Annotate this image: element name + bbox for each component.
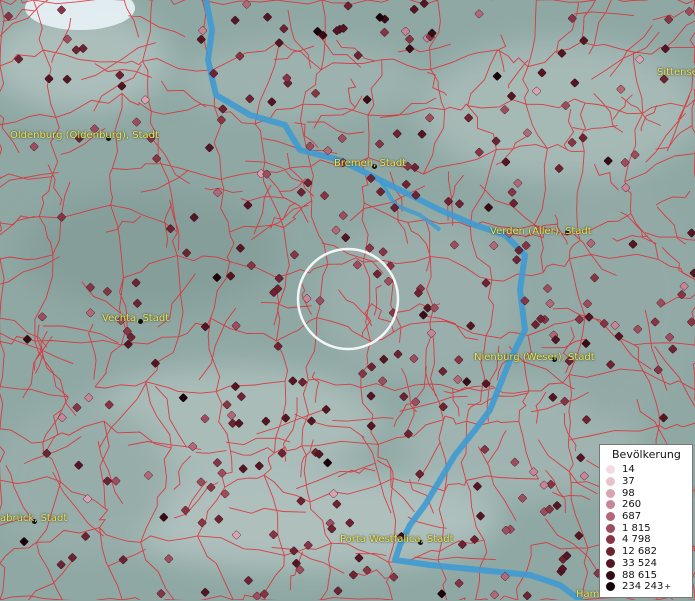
legend-item-label: 98: [622, 487, 635, 499]
legend-item-label: 37: [622, 476, 635, 488]
legend-item-label: 4 798: [622, 534, 651, 546]
legend-swatch-icon: [606, 488, 615, 498]
city-label-verden[interactable]: Verden (Aller), Stadt: [490, 226, 592, 238]
legend-swatch-icon: [606, 547, 615, 557]
legend-title: Bevölkerung: [612, 448, 681, 461]
city-label-hamburg-edge[interactable]: Ham: [576, 589, 599, 601]
legend-item-label: 88 615: [622, 569, 657, 581]
legend-item-label: 14: [622, 464, 635, 476]
legend-swatch-icon: [606, 512, 615, 522]
legend-item: 88 615: [606, 569, 688, 581]
legend-item: 33 524: [606, 558, 688, 570]
legend-item: 4 798: [606, 534, 688, 546]
legend-swatch-icon: [606, 465, 615, 475]
city-label-nienburg[interactable]: Nienburg (Weser), Stadt: [474, 352, 595, 364]
population-legend: Bevölkerung 14 37 98 260 687 1 815 4 798 12 682…: [599, 444, 693, 598]
legend-item: 687: [606, 511, 688, 523]
city-label-bremen[interactable]: Bremen, Stadt: [334, 158, 406, 170]
legend-item: 37: [606, 476, 688, 488]
legend-item: 98: [606, 487, 688, 499]
legend-item: 12 682: [606, 546, 688, 558]
city-label-porta-westfalica[interactable]: Porta Westfalica, Stadt: [340, 534, 454, 546]
legend-swatch-icon: [606, 500, 615, 510]
legend-swatch-icon: [606, 535, 615, 545]
legend-swatch-icon: [606, 523, 615, 533]
map-canvas[interactable]: [0, 0, 695, 600]
legend-swatch-icon: [606, 558, 615, 568]
terrain-shading: [0, 0, 695, 600]
legend-item: 1 815: [606, 522, 688, 534]
legend-item-label: 1 815: [622, 522, 651, 534]
legend-item: 260: [606, 499, 688, 511]
legend-swatch-icon: [606, 477, 615, 487]
legend-item-label: 12 682: [622, 546, 657, 558]
legend-item-label: 687: [622, 511, 642, 523]
legend-item: 234 243 +: [606, 581, 688, 593]
legend-swatch-icon: [606, 570, 615, 580]
legend-item-label: 260: [622, 499, 642, 511]
legend-open-ended-mark: +: [664, 582, 672, 592]
legend-item-label: 33 524: [622, 557, 657, 569]
city-label-sittensen[interactable]: Sittense: [657, 67, 695, 79]
city-label-oldenburg[interactable]: Oldenburg (Oldenburg), Stadt: [10, 130, 159, 142]
legend-item: 14: [606, 464, 688, 476]
legend-rows: 14 37 98 260 687 1 815 4 798 12 682 33 524 88 615…: [606, 464, 688, 593]
city-label-vechta[interactable]: Vechta, Stadt: [102, 313, 169, 325]
legend-item-label: 234 243: [622, 581, 664, 593]
legend-swatch-icon: [606, 582, 615, 592]
city-label-osnabrueck[interactable]: abrück, Stadt: [0, 513, 67, 525]
